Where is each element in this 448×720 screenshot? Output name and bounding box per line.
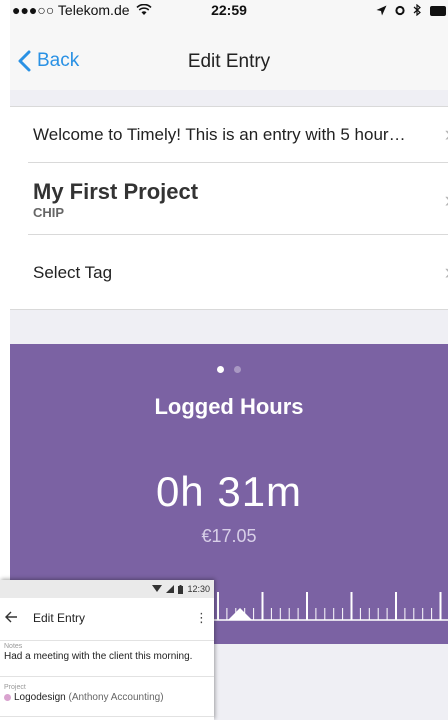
android-project-name: Logodesign: [14, 692, 66, 703]
notes-value: Had a meeting with the client this morni…: [4, 651, 193, 662]
page-title: Edit Entry: [187, 51, 271, 72]
duration-value: 0h 31m: [155, 468, 303, 515]
logged-hours-heading: Logged Hours: [154, 394, 304, 419]
wifi-icon: [152, 585, 163, 592]
note-text: Welcome to Timely! This is an entry with…: [33, 125, 406, 144]
divider: [0, 676, 214, 677]
ruler-position-marker[interactable]: [228, 608, 252, 620]
note-row[interactable]: Welcome to Timely! This is an entry with…: [10, 107, 448, 163]
project-row[interactable]: My First Project CHIP ›: [10, 163, 448, 235]
notes-field[interactable]: Notes Had a meeting with the client this…: [4, 643, 210, 662]
android-page-title: Edit Entry: [33, 611, 86, 625]
page-dot: [234, 366, 241, 373]
status-bar: ●●●○○ Telekom.de 22:59: [10, 0, 448, 20]
project-label: Project: [4, 684, 26, 691]
android-screen: 12:30 Edit Entry ⋮ Notes Had a meeting w…: [0, 580, 214, 720]
divider: [0, 716, 214, 717]
page-dot-active: [217, 366, 224, 373]
project-client: CHIP: [33, 205, 65, 220]
battery-icon: [430, 6, 446, 17]
navigation-bar: Back Edit Entry: [10, 20, 448, 90]
project-field[interactable]: Project Logodesign (Anthony Accounting): [4, 684, 210, 703]
alarm-icon: [395, 5, 405, 16]
entry-details-list: Welcome to Timely! This is an entry with…: [10, 106, 448, 310]
notes-label: Notes: [4, 643, 23, 650]
android-toolbar: Edit Entry ⋮: [0, 598, 214, 640]
battery-icon: [178, 584, 184, 594]
android-status-bar: 12:30: [0, 580, 214, 598]
page-indicator[interactable]: [10, 360, 448, 378]
project-color-dot: [4, 693, 11, 701]
amount-value: €17.05: [201, 526, 257, 546]
more-vert-icon[interactable]: ⋮: [195, 610, 208, 626]
signal-icon: [166, 585, 175, 593]
bluetooth-icon: [413, 3, 422, 17]
tag-row[interactable]: Select Tag ›: [10, 235, 448, 309]
project-name: My First Project: [33, 179, 199, 204]
tag-label: Select Tag: [33, 263, 113, 282]
android-status-time: 12:30: [187, 584, 210, 594]
android-project-client: (Anthony Accounting): [68, 692, 164, 703]
location-arrow-icon: [376, 5, 387, 16]
arrow-left-icon[interactable]: [4, 610, 18, 624]
divider: [0, 640, 214, 641]
